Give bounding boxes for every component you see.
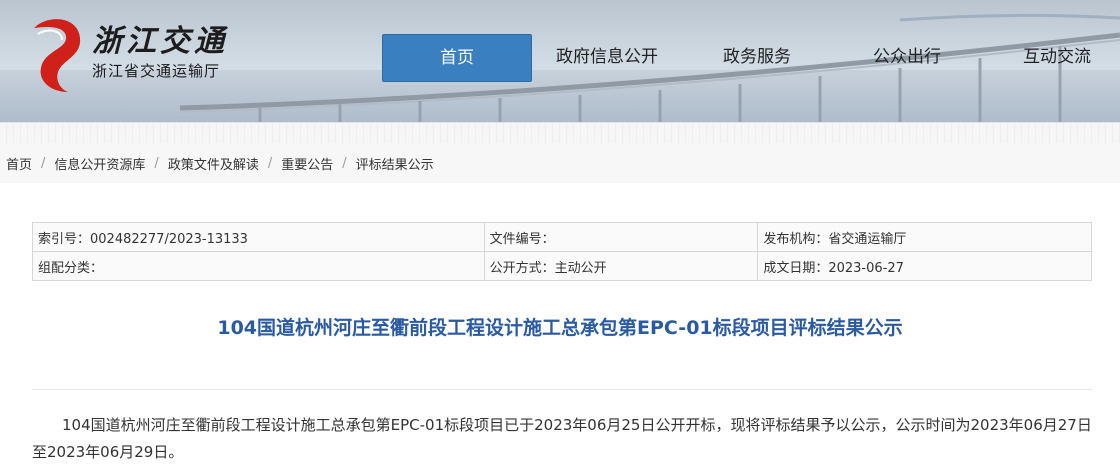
breadcrumb-separator: /	[154, 155, 159, 171]
breadcrumb-item-bid-results[interactable]: 评标结果公示	[356, 154, 434, 173]
nav-gov-info[interactable]: 政府信息公开	[532, 34, 682, 82]
article-paragraph: 104国道杭州河庄至衢前段工程设计施工总承包第EPC-01标段项目已于2023年…	[32, 416, 1092, 461]
logo-title: 浙江交通	[92, 24, 228, 59]
nav-interaction[interactable]: 互动交流	[982, 34, 1120, 82]
meta-index-no: 索引号：002482277/2023-13133	[32, 222, 485, 252]
nav-public-travel[interactable]: 公众出行	[832, 34, 982, 82]
nav-gov-services[interactable]: 政务服务	[682, 34, 832, 82]
meta-publisher: 发布机构：省交通运输厅	[757, 222, 1092, 252]
breadcrumb-item-policy-docs[interactable]: 政策文件及解读	[168, 154, 259, 173]
header-banner: 浙江交通 浙江省交通运输厅 首页 政府信息公开 政务服务 公众出行 互动交流	[0, 0, 1120, 122]
main-nav: 首页 政府信息公开 政务服务 公众出行 互动交流	[382, 34, 1120, 82]
document-meta-table: 索引号：002482277/2023-13133 文件编号： 发布机构：省交通运…	[32, 222, 1092, 281]
decor-stripe	[0, 123, 1120, 143]
breadcrumb-separator: /	[41, 155, 46, 171]
breadcrumb-item-home[interactable]: 首页	[6, 154, 32, 173]
breadcrumb-separator: /	[267, 155, 273, 171]
breadcrumb-separator: /	[342, 155, 347, 171]
nav-home[interactable]: 首页	[382, 34, 532, 82]
site-logo[interactable]: 浙江交通 浙江省交通运输厅	[28, 14, 228, 94]
title-divider	[32, 389, 1092, 390]
meta-open-mode: 公开方式：主动公开	[483, 251, 759, 281]
breadcrumb: 首页 / 信息公开资源库 / 政策文件及解读 / 重要公告 / 评标结果公示	[0, 143, 1120, 183]
breadcrumb-item-resource-library[interactable]: 信息公开资源库	[54, 154, 145, 173]
meta-category: 组配分类：	[32, 251, 485, 281]
logo-subtitle: 浙江省交通运输厅	[92, 62, 221, 80]
meta-row: 索引号：002482277/2023-13133 文件编号： 发布机构：省交通运…	[32, 222, 1092, 252]
breadcrumb-item-announcements[interactable]: 重要公告	[281, 154, 333, 173]
meta-date: 成文日期：2023-06-27	[757, 251, 1092, 281]
logo-mark-icon	[34, 19, 81, 92]
meta-doc-no: 文件编号：	[483, 222, 759, 252]
article-title: 104国道杭州河庄至衢前段工程设计施工总承包第EPC-01标段项目评标结果公示	[217, 317, 903, 339]
meta-row: 组配分类： 公开方式：主动公开 成文日期：2023-06-27	[32, 251, 1092, 281]
breadcrumb-bar: 首页 / 信息公开资源库 / 政策文件及解读 / 重要公告 / 评标结果公示	[0, 122, 1120, 183]
